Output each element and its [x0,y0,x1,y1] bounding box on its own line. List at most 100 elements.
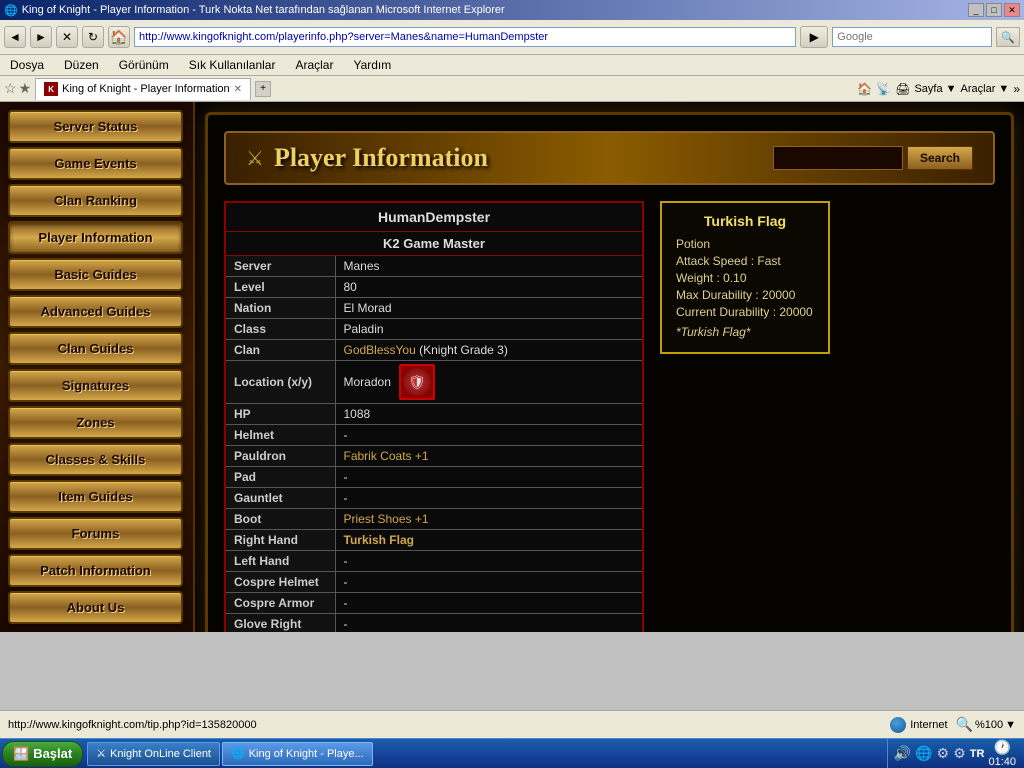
tray-more-icons[interactable]: ⚙ [953,745,966,762]
sidebar-item-basic-guides[interactable]: Basic Guides [8,258,183,291]
start-icon: 🪟 [13,746,29,762]
table-row: Right Hand Turkish Flag [225,530,643,551]
tab-close-button[interactable]: ✕ [234,84,242,95]
content-area: ⚔ Player Information Search HumanDempste… [195,102,1024,632]
menu-sik[interactable]: Sık Kullanılanlar [187,57,278,73]
new-tab-button[interactable]: + [255,81,271,97]
window-icon: 🌐 [4,4,18,17]
info-box-weight: Weight : 0.10 [676,271,814,285]
search-input[interactable] [832,27,992,47]
main-layout: Server Status Game Events Clan Ranking P… [0,102,1024,632]
minimize-button[interactable]: _ [968,3,984,17]
start-button[interactable]: 🪟 Başlat [2,741,83,767]
sidebar-item-zones[interactable]: Zones [8,406,183,439]
browser-app-icon: 🌐 [231,747,245,760]
page-search-button[interactable]: Search [907,146,973,170]
label-helmet: Helmet [225,425,335,446]
value-clan: GodBlessYou (Knight Grade 3) [335,340,643,361]
label-pad: Pad [225,467,335,488]
clan-link[interactable]: GodBlessYou [344,343,416,357]
label-class: Class [225,319,335,340]
chevron-right-icon[interactable]: » [1013,82,1020,96]
title-bar: 🌐 King of Knight - Player Information - … [0,0,1024,20]
internet-globe-icon [890,717,906,733]
taskbar-app-knight[interactable]: ⚔ Knight OnLine Client [87,742,220,766]
tools-menu[interactable]: Araçlar ▼ [961,83,1010,95]
tray-clock-icon: 🕐 [994,739,1011,756]
page-menu[interactable]: Sayfa ▼ [914,83,956,95]
table-row: Nation El Morad [225,298,643,319]
table-row: Pad - [225,467,643,488]
menu-bar: Dosya Düzen Görünüm Sık Kullanılanlar Ar… [0,55,1024,76]
sidebar-item-advanced-guides[interactable]: Advanced Guides [8,295,183,328]
table-row: HP 1088 [225,404,643,425]
forward-button[interactable]: ► [30,26,52,48]
favorites-star-button[interactable]: ☆ [4,80,17,97]
go-button[interactable]: ▶ [800,26,828,48]
taskbar-app-browser[interactable]: 🌐 King of Knight - Playe... [222,742,373,766]
back-button[interactable]: ◄ [4,26,26,48]
stop-button[interactable]: ✕ [56,26,78,48]
add-favorites-button[interactable]: ★ [19,80,32,97]
tray-time: 01:40 [988,756,1016,768]
sidebar-item-clan-ranking[interactable]: Clan Ranking [8,184,183,217]
zoom-dropdown-icon[interactable]: ▼ [1005,719,1016,731]
maximize-button[interactable]: □ [986,3,1002,17]
status-url: http://www.kingofknight.com/tip.php?id=1… [8,719,882,731]
refresh-button[interactable]: ↻ [82,26,104,48]
menu-duzen[interactable]: Düzen [62,57,101,73]
player-name: HumanDempster [225,202,643,232]
sidebar-item-game-events[interactable]: Game Events [8,147,183,180]
search-go-button[interactable]: 🔍 [996,27,1020,47]
menu-dosya[interactable]: Dosya [8,57,46,73]
table-row: Glove Right - [225,614,643,633]
tray-network-icon[interactable]: 🌐 [915,745,932,762]
current-tab[interactable]: K King of Knight - Player Information ✕ [35,78,251,100]
tray-language[interactable]: TR [970,748,985,760]
sidebar-item-clan-guides[interactable]: Clan Guides [8,332,183,365]
label-level: Level [225,277,335,298]
value-left-hand: - [335,551,643,572]
pauldron-link[interactable]: Fabrik Coats +1 [344,449,429,463]
sidebar-item-player-information[interactable]: Player Information [8,221,183,254]
sidebar-item-patch-information[interactable]: Patch Information [8,554,183,587]
sidebar-item-signatures[interactable]: Signatures [8,369,183,402]
table-row: Helmet - [225,425,643,446]
taskbar-apps: ⚔ Knight OnLine Client 🌐 King of Knight … [87,742,887,766]
zoom-icon: 🔍 [956,716,973,733]
page-search-input[interactable] [773,146,903,170]
tray-sound-icon[interactable]: 🔊 [894,745,911,762]
info-box-title: Turkish Flag [676,213,814,229]
label-location: Location (x/y) [225,361,335,404]
toolbar: ◄ ► ✕ ↻ 🏠 http://www.kingofknight.com/pl… [0,20,1024,55]
tray-extra-icon[interactable]: ⚙ [937,745,950,762]
sidebar-item-forums[interactable]: Forums [8,517,183,550]
home-button[interactable]: 🏠 [108,26,130,48]
menu-araclar[interactable]: Araçlar [293,57,335,73]
value-cospre-helmet: - [335,572,643,593]
location-cell: Moradon 🛡 [344,364,635,400]
status-zoom: 🔍 %100 ▼ [956,716,1016,733]
info-box-current-durability: Current Durability : 20000 [676,305,814,319]
sidebar-item-about-us[interactable]: About Us [8,591,183,624]
sidebar-item-server-status[interactable]: Server Status [8,110,183,143]
table-row: Location (x/y) Moradon 🛡 [225,361,643,404]
page-title: Player Information [274,143,488,173]
value-level: 80 [335,277,643,298]
knight-app-label: Knight OnLine Client [110,748,211,760]
sidebar-item-classes-skills[interactable]: Classes & Skills [8,443,183,476]
table-row: Left Hand - [225,551,643,572]
boot-link[interactable]: Priest Shoes +1 [344,512,429,526]
menu-gorunum[interactable]: Görünüm [117,57,171,73]
table-row: Clan GodBlessYou (Knight Grade 3) [225,340,643,361]
address-url[interactable]: http://www.kingofknight.com/playerinfo.p… [139,31,548,43]
label-pauldron: Pauldron [225,446,335,467]
rss-icon[interactable]: 📡 [876,82,891,96]
close-button[interactable]: ✕ [1004,3,1020,17]
home-icon[interactable]: 🏠 [857,82,872,96]
page-title-decoration: ⚔ [246,146,264,171]
menu-yardim[interactable]: Yardım [351,57,393,73]
sidebar-item-item-guides[interactable]: Item Guides [8,480,183,513]
print-icon[interactable]: 🖨 [895,82,910,96]
value-right-hand: Turkish Flag [335,530,643,551]
